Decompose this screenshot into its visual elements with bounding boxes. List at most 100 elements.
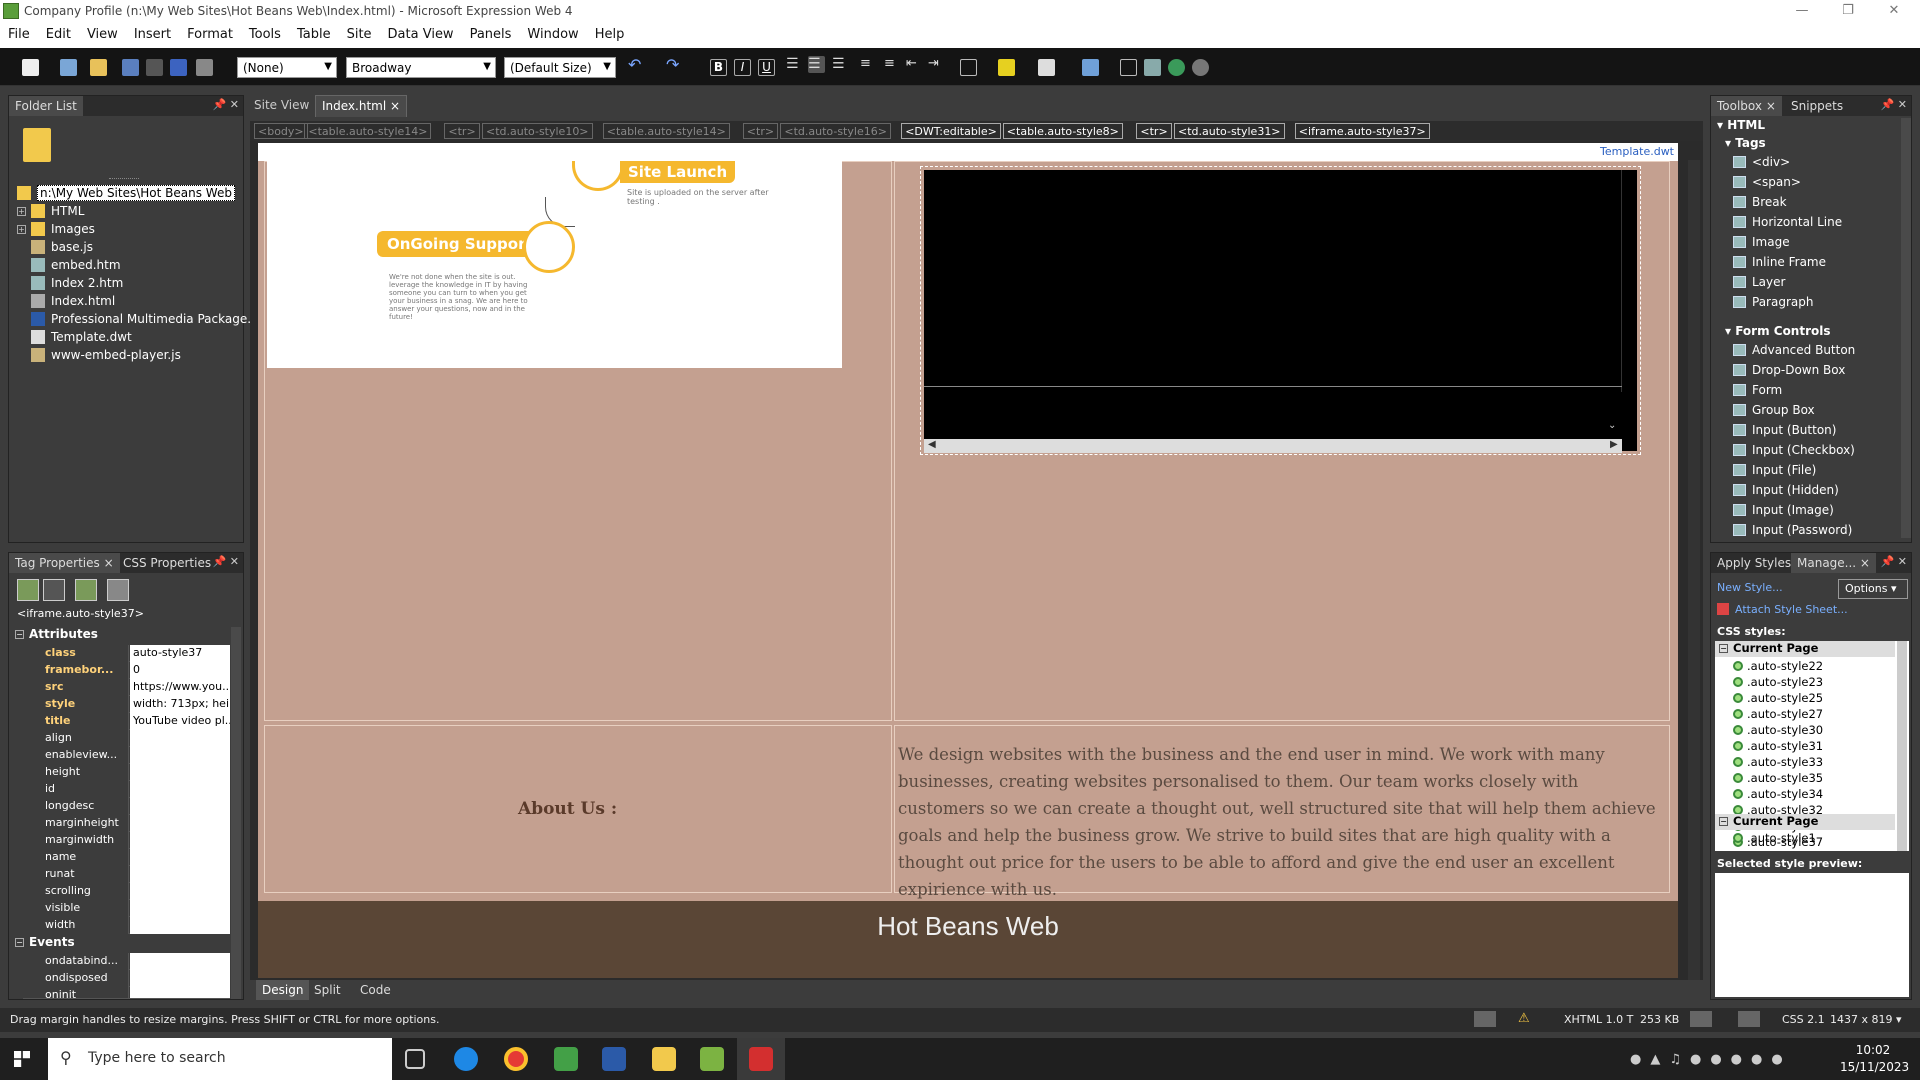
edge-icon[interactable] <box>454 1047 478 1071</box>
attribute-row[interactable]: runat <box>23 866 230 883</box>
tab-design[interactable]: Design <box>256 980 310 1000</box>
attribute-value-field[interactable] <box>130 883 230 900</box>
page-dimensions-label[interactable]: 1437 x 819 ▾ <box>1830 1013 1902 1026</box>
style-app-icon[interactable] <box>1690 1011 1712 1027</box>
layout-icon[interactable] <box>1082 59 1099 76</box>
attributes-section[interactable]: − Attributes <box>15 627 227 645</box>
menu-insert[interactable]: Insert <box>126 22 179 42</box>
layer-icon[interactable] <box>1120 59 1137 76</box>
toolbox-form-item[interactable]: Group Box <box>1733 403 1815 421</box>
breadcrumb-tag[interactable]: <DWT:editable> <box>901 123 1001 139</box>
tab-toolbox[interactable]: Toolbox × <box>1711 96 1782 116</box>
clock[interactable]: 10:02 15/11/2023 <box>1840 1042 1909 1076</box>
font-color-icon[interactable] <box>1038 59 1055 76</box>
save-icon[interactable] <box>122 59 139 76</box>
breadcrumb-tag[interactable]: <table.auto-style8> <box>1002 123 1123 139</box>
menu-panels[interactable]: Panels <box>462 22 520 42</box>
toolbox-form-item[interactable]: Input (Checkbox) <box>1733 443 1855 461</box>
chrome-icon[interactable] <box>504 1047 528 1071</box>
youtube-iframe[interactable]: ◀ ▶ ⌄ <box>920 166 1641 455</box>
record-icon[interactable] <box>1192 59 1209 76</box>
attribute-value-field[interactable] <box>130 730 230 747</box>
new-page-icon[interactable] <box>22 59 39 76</box>
file-item-index-html[interactable]: Index.html <box>31 294 115 312</box>
toolbox-form-item[interactable]: Drop-Down Box <box>1733 363 1845 381</box>
task-view-icon[interactable] <box>405 1049 425 1069</box>
open-folder-icon[interactable] <box>90 59 107 76</box>
attribute-value-field[interactable] <box>130 764 230 781</box>
attribute-row[interactable]: visible <box>23 900 230 917</box>
attribute-value-field[interactable]: width: 713px; hei... <box>130 696 230 713</box>
attribute-row[interactable]: id <box>23 781 230 798</box>
save-all-icon[interactable] <box>146 59 163 76</box>
toolbox-tag-item[interactable]: Inline Frame <box>1733 255 1826 273</box>
breadcrumb-tag[interactable]: <td.auto-style10> <box>482 123 593 139</box>
breadcrumb-tag[interactable]: <tr> <box>444 123 480 139</box>
new-site-icon[interactable] <box>60 59 77 76</box>
style-select[interactable]: (None) ▼ <box>237 57 337 78</box>
css-style-item[interactable]: .auto-style27 <box>1733 707 1823 723</box>
current-page-group[interactable]: − Current Page <box>1715 641 1895 657</box>
folder-list-tab[interactable]: Folder List <box>9 96 83 116</box>
event-row[interactable]: oninit <box>23 987 230 999</box>
tab-index-html[interactable]: Index.html × <box>315 95 408 117</box>
attribute-value-field[interactable]: 0 <box>130 662 230 679</box>
sharepoint-icon[interactable] <box>170 59 187 76</box>
toolbox-form-item[interactable]: Input (File) <box>1733 463 1816 481</box>
close-window-button[interactable]: ✕ <box>1872 1 1916 21</box>
css-style-item[interactable]: .auto-style22 <box>1733 659 1823 675</box>
file-item-index2-htm[interactable]: Index 2.htm <box>31 276 123 294</box>
toolbox-form-item[interactable]: Advanced Button <box>1733 343 1855 361</box>
size-select[interactable]: (Default Size) ▼ <box>504 57 616 78</box>
attribute-row[interactable]: framebor... 0 <box>23 662 230 679</box>
attribute-value-field[interactable]: auto-style37 <box>130 645 230 662</box>
sorted-view-icon[interactable] <box>43 579 65 601</box>
tab-manage-styles[interactable]: Manage... × <box>1791 553 1876 573</box>
panel-pin-close-icon[interactable]: 📌 ✕ <box>213 555 239 568</box>
align-right-icon[interactable]: ☰ <box>832 56 849 73</box>
app-icon-green[interactable] <box>700 1047 724 1071</box>
attribute-value-field[interactable]: https://www.you... <box>130 679 230 696</box>
attribute-value-field[interactable] <box>130 849 230 866</box>
breadcrumb-tag[interactable]: <table.auto-style14> <box>602 123 730 139</box>
attribute-row[interactable]: align <box>23 730 230 747</box>
event-row[interactable]: ondisposed <box>23 970 230 987</box>
toolbox-tag-item[interactable]: Layer <box>1733 275 1785 293</box>
file-item-docx[interactable]: Professional Multimedia Package.docx <box>31 312 280 330</box>
file-item-template-dwt[interactable]: Template.dwt <box>31 330 132 348</box>
canvas-scrollbar[interactable] <box>1688 160 1700 980</box>
file-item-embed-htm[interactable]: embed.htm <box>31 258 121 276</box>
splitter-handle[interactable] <box>109 178 139 181</box>
attribute-row[interactable]: name <box>23 849 230 866</box>
attribute-row[interactable]: scrolling <box>23 883 230 900</box>
toolbox-form-item[interactable]: Input (Hidden) <box>1733 483 1839 501</box>
file-item-base-js[interactable]: base.js <box>31 240 93 258</box>
bold-icon[interactable]: B <box>710 59 727 76</box>
toolbox-form-item[interactable]: Form <box>1733 383 1782 401</box>
tab-tag-properties[interactable]: Tag Properties × <box>9 553 120 573</box>
visual-aids-icon[interactable] <box>1474 1011 1496 1027</box>
attribute-value-field[interactable] <box>130 798 230 815</box>
attribute-row[interactable]: class auto-style37 <box>23 645 230 662</box>
file-explorer-icon[interactable] <box>652 1047 676 1071</box>
css-style-item[interactable]: .auto-style23 <box>1733 675 1823 691</box>
preview-icon[interactable] <box>196 59 213 76</box>
css-style-item[interactable]: .auto-style31 <box>1733 739 1823 755</box>
events-section[interactable]: − Events <box>15 935 227 953</box>
attribute-row[interactable]: marginwidth <box>23 832 230 849</box>
attribute-value-field[interactable] <box>130 900 230 917</box>
css-style-item[interactable]: .auto-style33 <box>1733 755 1823 771</box>
categorized-view-icon[interactable] <box>17 579 39 601</box>
html-section[interactable]: ▾ HTML <box>1717 118 1765 132</box>
align-left-icon[interactable]: ☰ <box>786 56 803 73</box>
attribute-row[interactable]: width <box>23 917 230 934</box>
attribute-row[interactable]: title YouTube video pl... <box>23 713 230 730</box>
breadcrumb-tag[interactable]: <iframe.auto-style37> <box>1294 123 1430 139</box>
toolbox-scrollbar[interactable] <box>1901 118 1911 538</box>
breadcrumb-tag[interactable]: <tr> <box>1136 123 1172 139</box>
breadcrumb-tag[interactable]: <td.auto-style16> <box>780 123 891 139</box>
attribute-value-field[interactable]: YouTube video pl... <box>130 713 230 730</box>
show-set-properties-icon[interactable] <box>75 579 97 601</box>
toolbox-form-item[interactable]: Input (Button) <box>1733 423 1836 441</box>
attribute-value-field[interactable] <box>130 917 230 934</box>
